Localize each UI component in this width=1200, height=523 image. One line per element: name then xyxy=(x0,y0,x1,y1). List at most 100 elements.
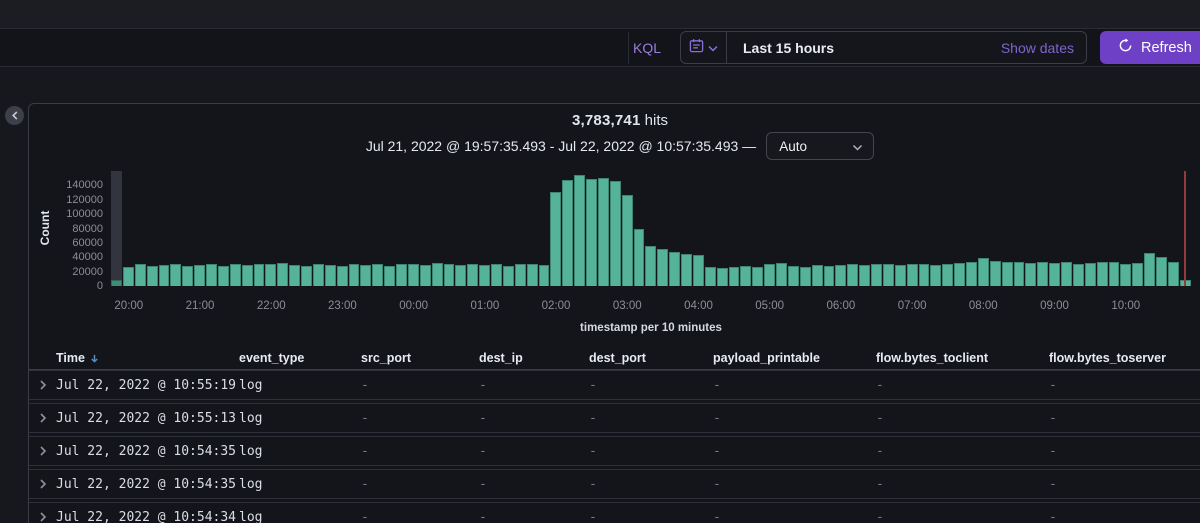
histogram-bar-slot[interactable] xyxy=(360,171,371,286)
histogram-bar[interactable] xyxy=(111,280,122,286)
histogram-bar[interactable] xyxy=(824,266,835,286)
histogram-bar-slot[interactable] xyxy=(444,171,455,286)
histogram-bar-slot[interactable] xyxy=(265,171,276,286)
histogram-bar[interactable] xyxy=(930,265,941,286)
histogram-bar-slot[interactable] xyxy=(978,171,989,286)
histogram-bar-slot[interactable] xyxy=(1002,171,1013,286)
histogram-bar-slot[interactable] xyxy=(230,171,241,286)
histogram-bar[interactable] xyxy=(1156,257,1167,286)
histogram-bar-slot[interactable] xyxy=(408,171,419,286)
histogram-bar-slot[interactable] xyxy=(562,171,573,286)
histogram-bar[interactable] xyxy=(705,267,716,286)
histogram-bar[interactable] xyxy=(634,229,645,287)
histogram-bar-slot[interactable] xyxy=(111,171,122,286)
histogram-bar[interactable] xyxy=(966,262,977,286)
refresh-button[interactable]: Refresh xyxy=(1100,31,1200,64)
histogram-bar[interactable] xyxy=(752,267,763,286)
histogram-bar-slot[interactable] xyxy=(1073,171,1084,286)
histogram-bar-slot[interactable] xyxy=(764,171,775,286)
histogram-bar[interactable] xyxy=(788,266,799,286)
histogram-bar[interactable] xyxy=(1085,263,1096,286)
histogram-bar-slot[interactable] xyxy=(645,171,656,286)
histogram-bar[interactable] xyxy=(622,195,633,286)
histogram-bar[interactable] xyxy=(301,266,312,286)
histogram-bar[interactable] xyxy=(455,265,466,286)
histogram-bar[interactable] xyxy=(265,264,276,286)
histogram-bar[interactable] xyxy=(883,264,894,286)
column-header-event-type[interactable]: event_type xyxy=(239,351,361,365)
histogram-bar-slot[interactable] xyxy=(384,171,395,286)
histogram-bar[interactable] xyxy=(1014,262,1025,286)
histogram-bar-slot[interactable] xyxy=(835,171,846,286)
histogram-bar-slot[interactable] xyxy=(800,171,811,286)
column-header-time[interactable]: Time xyxy=(56,351,239,365)
histogram-bar-slot[interactable] xyxy=(313,171,324,286)
histogram-bar-slot[interactable] xyxy=(776,171,787,286)
histogram-bar[interactable] xyxy=(764,264,775,286)
histogram-bar[interactable] xyxy=(942,264,953,286)
histogram-bar[interactable] xyxy=(847,264,858,286)
histogram-bar-slot[interactable] xyxy=(135,171,146,286)
histogram-bar-slot[interactable] xyxy=(349,171,360,286)
histogram-bar-slot[interactable] xyxy=(966,171,977,286)
histogram-bar[interactable] xyxy=(206,264,217,286)
histogram-bar-slot[interactable] xyxy=(277,171,288,286)
histogram-bar-slot[interactable] xyxy=(812,171,823,286)
show-dates-link[interactable]: Show dates xyxy=(1001,32,1086,63)
histogram-bar-slot[interactable] xyxy=(550,171,561,286)
histogram-bar-slot[interactable] xyxy=(693,171,704,286)
histogram-bar[interactable] xyxy=(610,181,621,286)
histogram-bar-slot[interactable] xyxy=(325,171,336,286)
histogram-bar-slot[interactable] xyxy=(242,171,253,286)
histogram-bar[interactable] xyxy=(1073,264,1084,286)
histogram-bar-slot[interactable] xyxy=(634,171,645,286)
histogram-bar-slot[interactable] xyxy=(159,171,170,286)
histogram-bar-slot[interactable] xyxy=(1109,171,1120,286)
histogram-bar-slot[interactable] xyxy=(206,171,217,286)
histogram-bar[interactable] xyxy=(835,265,846,286)
histogram-bar[interactable] xyxy=(954,263,965,286)
histogram-bar-slot[interactable] xyxy=(1132,171,1143,286)
histogram-bar[interactable] xyxy=(360,265,371,286)
histogram-bar[interactable] xyxy=(254,264,265,286)
interval-select[interactable]: Auto xyxy=(766,132,874,160)
histogram-bar-slot[interactable] xyxy=(574,171,585,286)
kql-button[interactable]: KQL xyxy=(628,32,665,64)
histogram-bar-slot[interactable] xyxy=(147,171,158,286)
histogram-bar-slot[interactable] xyxy=(503,171,514,286)
histogram-bar[interactable] xyxy=(372,264,383,286)
histogram-bar[interactable] xyxy=(574,175,585,286)
histogram-bar[interactable] xyxy=(978,258,989,286)
column-header-src-port[interactable]: src_port xyxy=(361,351,479,365)
search-input[interactable] xyxy=(0,29,628,66)
histogram-bar[interactable] xyxy=(444,264,455,286)
histogram-bar[interactable] xyxy=(325,265,336,286)
histogram-bar-slot[interactable] xyxy=(729,171,740,286)
histogram-bar[interactable] xyxy=(1097,262,1108,286)
histogram-bar-slot[interactable] xyxy=(254,171,265,286)
histogram-bar[interactable] xyxy=(729,267,740,286)
histogram-bar-slot[interactable] xyxy=(432,171,443,286)
histogram-bar[interactable] xyxy=(349,264,360,286)
histogram-bar-slot[interactable] xyxy=(1085,171,1096,286)
histogram-bar[interactable] xyxy=(1025,263,1036,286)
histogram-bar[interactable] xyxy=(467,264,478,286)
histogram-bar[interactable] xyxy=(859,265,870,286)
histogram-bar[interactable] xyxy=(491,264,502,286)
histogram-bar[interactable] xyxy=(479,265,490,286)
histogram-bar-slot[interactable] xyxy=(1025,171,1036,286)
histogram-bar-slot[interactable] xyxy=(681,171,692,286)
histogram-bar[interactable] xyxy=(740,266,751,286)
histogram-bar-slot[interactable] xyxy=(930,171,941,286)
column-header-dest-port[interactable]: dest_port xyxy=(589,351,713,365)
histogram-bar-slot[interactable] xyxy=(467,171,478,286)
histogram-bar-slot[interactable] xyxy=(847,171,858,286)
expand-row-button[interactable] xyxy=(29,503,56,523)
histogram-bar[interactable] xyxy=(1120,264,1131,286)
histogram-bar[interactable] xyxy=(539,265,550,286)
histogram-bar-slot[interactable] xyxy=(491,171,502,286)
histogram-bar[interactable] xyxy=(123,267,134,286)
histogram-bar[interactable] xyxy=(562,180,573,286)
histogram-bar[interactable] xyxy=(1144,253,1155,286)
histogram-bar-slot[interactable] xyxy=(1061,171,1072,286)
